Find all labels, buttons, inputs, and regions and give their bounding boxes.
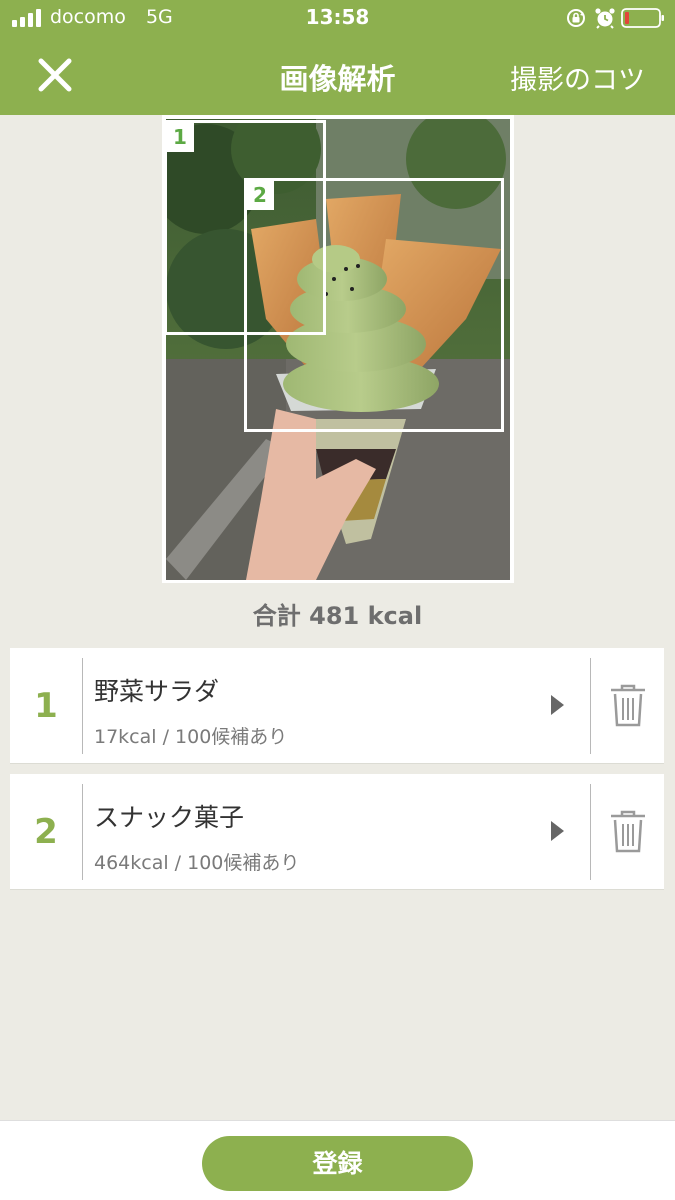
chevron-right-icon[interactable] — [548, 693, 566, 717]
detection-label-2: 2 — [246, 180, 274, 210]
food-index: 2 — [34, 812, 58, 852]
register-button[interactable]: 登録 — [202, 1136, 473, 1191]
food-list-item[interactable]: 2 スナック菓子 464kcal / 100候補あり — [10, 774, 664, 890]
food-name: 野菜サラダ — [94, 677, 220, 706]
food-list-item[interactable]: 1 野菜サラダ 17kcal / 100候補あり — [10, 648, 664, 764]
analyzed-photo-frame: 1 2 — [162, 115, 514, 583]
trash-icon[interactable] — [608, 682, 648, 728]
detection-label-1: 1 — [166, 122, 194, 152]
food-detail: 464kcal / 100候補あり — [94, 852, 300, 874]
alarm-icon — [595, 8, 615, 29]
divider — [590, 658, 591, 754]
chevron-right-icon[interactable] — [548, 819, 566, 843]
bottom-action-bar: 登録 — [0, 1120, 675, 1200]
photo-tips-link[interactable]: 撮影のコツ — [510, 58, 645, 97]
app-header: docomo 5G 13:58 画像解析 撮影のコツ — [0, 0, 675, 115]
total-calories: 合計 481 kcal — [252, 602, 423, 630]
divider — [82, 784, 83, 880]
battery-icon — [621, 8, 664, 28]
status-bar: docomo 5G 13:58 — [0, 0, 675, 38]
food-detail: 17kcal / 100候補あり — [94, 726, 288, 748]
rotation-lock-icon — [567, 9, 585, 27]
divider — [82, 658, 83, 754]
food-name: スナック菓子 — [94, 803, 245, 832]
trash-icon[interactable] — [608, 808, 648, 854]
food-index: 1 — [34, 686, 58, 726]
detection-box-2[interactable]: 2 — [244, 178, 504, 432]
divider — [590, 784, 591, 880]
